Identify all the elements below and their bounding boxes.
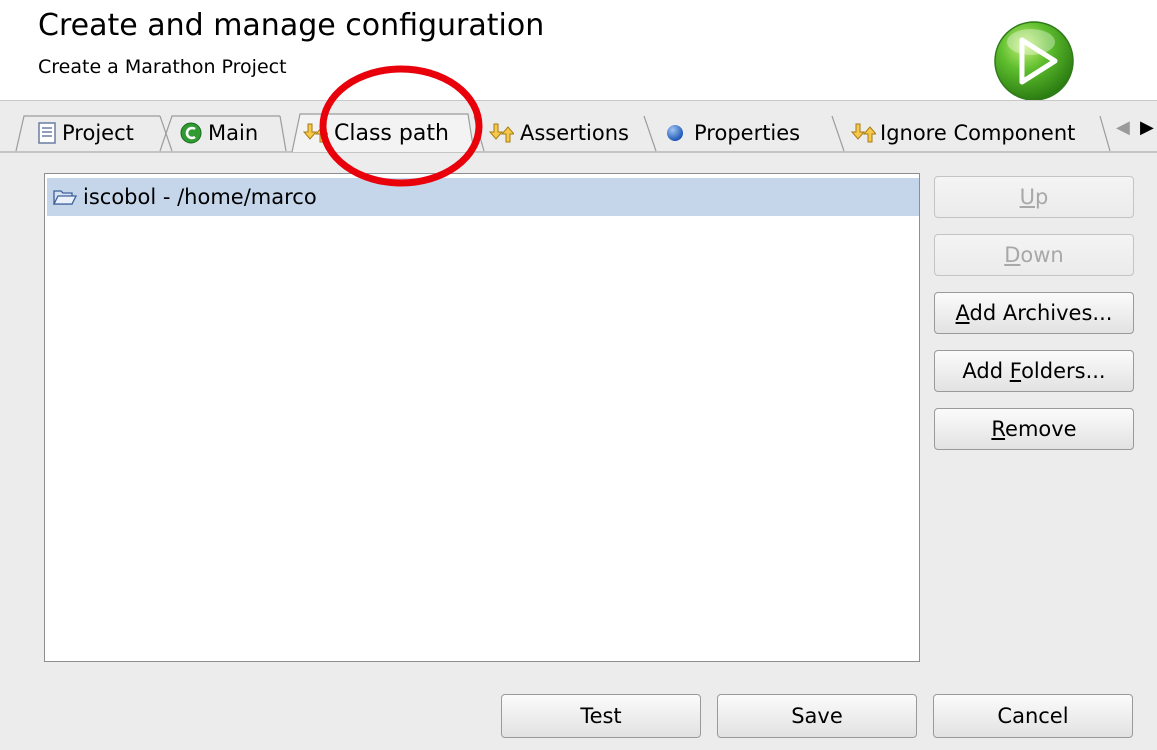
arrows-icon: [488, 123, 514, 143]
dialog-title: Create and manage configuration: [38, 8, 545, 43]
tab-project[interactable]: Project: [38, 115, 134, 151]
tab-assertions-label: Assertions: [520, 121, 629, 145]
tab-assertions[interactable]: Assertions: [488, 115, 629, 151]
tab-main[interactable]: Main: [180, 115, 258, 151]
add-folders-button[interactable]: Add Folders...: [934, 350, 1134, 392]
cancel-button-label: Cancel: [997, 704, 1069, 728]
arrows-icon: [850, 123, 876, 143]
test-button[interactable]: Test: [501, 694, 701, 738]
tab-scroll-right-icon[interactable]: ▶: [1140, 117, 1154, 138]
add-archives-button-label: Add Archives...: [955, 301, 1113, 325]
tab-scroll-left-icon[interactable]: ◀: [1116, 117, 1130, 138]
add-archives-button[interactable]: Add Archives...: [934, 292, 1134, 334]
test-button-label: Test: [580, 704, 622, 728]
dialog-subtitle: Create a Marathon Project: [38, 56, 287, 78]
folder-open-icon: [53, 190, 77, 205]
tab-ignore-component-label: Ignore Component: [880, 121, 1076, 145]
document-icon: [38, 122, 56, 144]
tab-project-label: Project: [62, 121, 134, 145]
cancel-button[interactable]: Cancel: [933, 694, 1133, 738]
dialog-header: Create and manage configuration Create a…: [0, 0, 1157, 101]
up-button-label: Up: [1019, 185, 1049, 209]
up-button[interactable]: Up: [934, 176, 1134, 218]
classpath-list[interactable]: iscobol - /home/marco: [44, 173, 920, 662]
red-annotation-ellipse: [319, 65, 483, 187]
save-button-label: Save: [791, 704, 843, 728]
tab-ignore-component[interactable]: Ignore Component: [850, 115, 1075, 151]
tab-properties[interactable]: Properties: [666, 115, 800, 151]
tab-properties-label: Properties: [694, 121, 801, 145]
green-c-icon: [180, 122, 202, 144]
blue-ball-icon: [667, 125, 683, 141]
list-item-label: iscobol - /home/marco: [83, 185, 317, 209]
tab-main-label: Main: [208, 121, 259, 145]
down-button-label: Down: [1004, 243, 1064, 267]
down-button[interactable]: Down: [934, 234, 1134, 276]
remove-button-label: Remove: [991, 417, 1077, 441]
save-button[interactable]: Save: [717, 694, 917, 738]
remove-button[interactable]: Remove: [934, 408, 1134, 450]
play-circle-icon: [994, 21, 1074, 101]
add-folders-button-label: Add Folders...: [962, 359, 1106, 383]
